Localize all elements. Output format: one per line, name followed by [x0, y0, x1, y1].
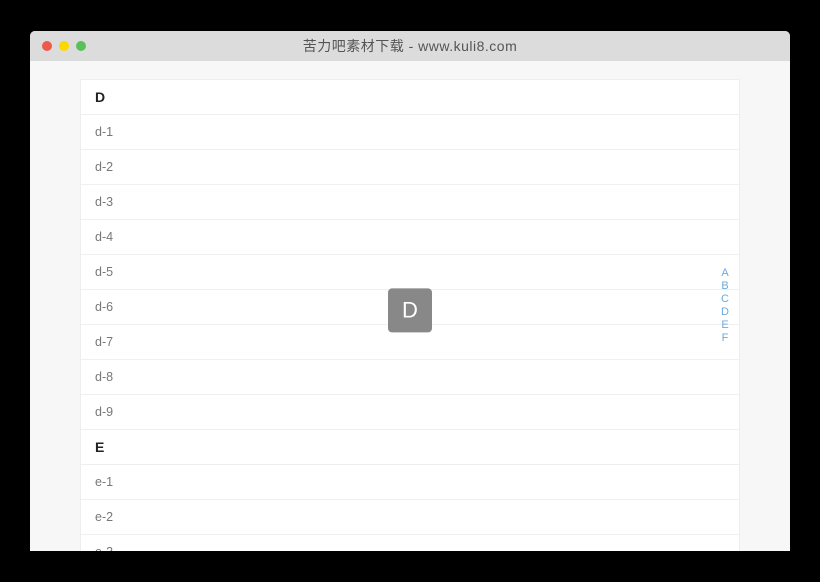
minimize-icon[interactable] — [59, 41, 69, 51]
list-item[interactable]: d-3 — [81, 185, 739, 220]
list-item[interactable]: e-3 — [81, 535, 739, 551]
traffic-lights — [42, 41, 86, 51]
title-bar: 苦力吧素材下载 - www.kuli8.com — [30, 31, 790, 61]
maximize-icon[interactable] — [76, 41, 86, 51]
list-item[interactable]: d-5 — [81, 255, 739, 290]
list-item[interactable]: e-1 — [81, 465, 739, 500]
list-item[interactable]: e-2 — [81, 500, 739, 535]
badge-letter: D — [402, 297, 418, 323]
index-letter-e[interactable]: E — [718, 319, 732, 332]
index-letter-f[interactable]: F — [718, 332, 732, 345]
close-icon[interactable] — [42, 41, 52, 51]
list-item[interactable]: d-4 — [81, 220, 739, 255]
current-letter-badge: D — [388, 288, 432, 332]
app-window: 苦力吧素材下载 - www.kuli8.com D d-1 d-2 d-3 d-… — [30, 31, 790, 551]
list-item[interactable]: d-2 — [81, 150, 739, 185]
index-letter-d[interactable]: D — [718, 306, 732, 319]
alpha-index-sidebar[interactable]: A B C D E F — [718, 267, 732, 345]
window-title: 苦力吧素材下载 - www.kuli8.com — [30, 36, 790, 56]
list-item[interactable]: d-1 — [81, 115, 739, 150]
content-area: D d-1 d-2 d-3 d-4 d-5 d-6 d-7 d-8 d-9 E … — [30, 61, 790, 551]
index-letter-a[interactable]: A — [718, 267, 732, 280]
list-item[interactable]: d-8 — [81, 360, 739, 395]
list-item[interactable]: d-9 — [81, 395, 739, 430]
index-letter-b[interactable]: B — [718, 280, 732, 293]
section-header-e: E — [81, 430, 739, 465]
index-letter-c[interactable]: C — [718, 293, 732, 306]
section-header-d: D — [81, 80, 739, 115]
